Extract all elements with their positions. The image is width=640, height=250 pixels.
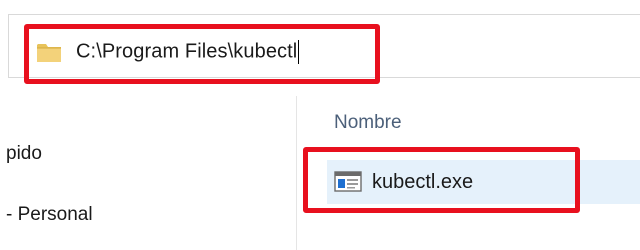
nav-item-quick-access[interactable]: pido	[6, 143, 42, 165]
column-header-name[interactable]: Nombre	[334, 112, 402, 134]
exe-file-icon	[334, 171, 364, 193]
pane-divider[interactable]	[296, 96, 297, 250]
file-name: kubectl.exe	[372, 170, 474, 193]
file-explorer-window: C:\Program Files\kubectl pido - Personal…	[0, 0, 640, 250]
nav-item-onedrive-personal[interactable]: - Personal	[6, 204, 93, 226]
file-row-kubectl[interactable]: kubectl.exe	[327, 160, 640, 204]
folder-icon	[36, 39, 62, 65]
address-bar-content[interactable]: C:\Program Files\kubectl	[36, 32, 300, 72]
toolbar-strip	[0, 0, 640, 14]
text-caret	[298, 40, 300, 64]
navigation-pane	[0, 96, 296, 250]
address-path-input[interactable]: C:\Program Files\kubectl	[76, 40, 300, 64]
address-path-text: C:\Program Files\kubectl	[76, 40, 298, 63]
